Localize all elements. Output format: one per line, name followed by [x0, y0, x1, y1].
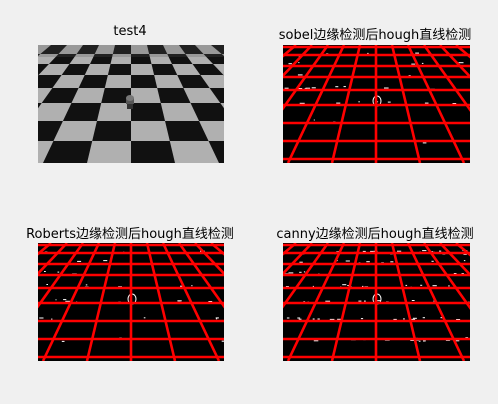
subplot-title: canny边缘检测后hough直线检测	[276, 227, 474, 242]
roberts-hough-image	[38, 243, 224, 361]
canny-hough-image	[283, 243, 470, 361]
sobel-hough-image	[283, 45, 470, 163]
subplot-title: sobel边缘检测后hough直线检测	[278, 28, 472, 43]
subplot-title: test4	[113, 24, 147, 39]
subplot-roberts: Roberts边缘检测后hough直线检测	[14, 223, 246, 368]
subplot-test4: test4	[30, 24, 230, 169]
subplot-sobel: sobel边缘检测后hough直线检测	[265, 24, 485, 169]
figurine	[126, 95, 134, 109]
checkerboard-image	[38, 45, 224, 163]
subplot-canny: canny边缘检测后hough直线检测	[265, 223, 485, 368]
subplot-title: Roberts边缘检测后hough直线检测	[26, 227, 234, 242]
